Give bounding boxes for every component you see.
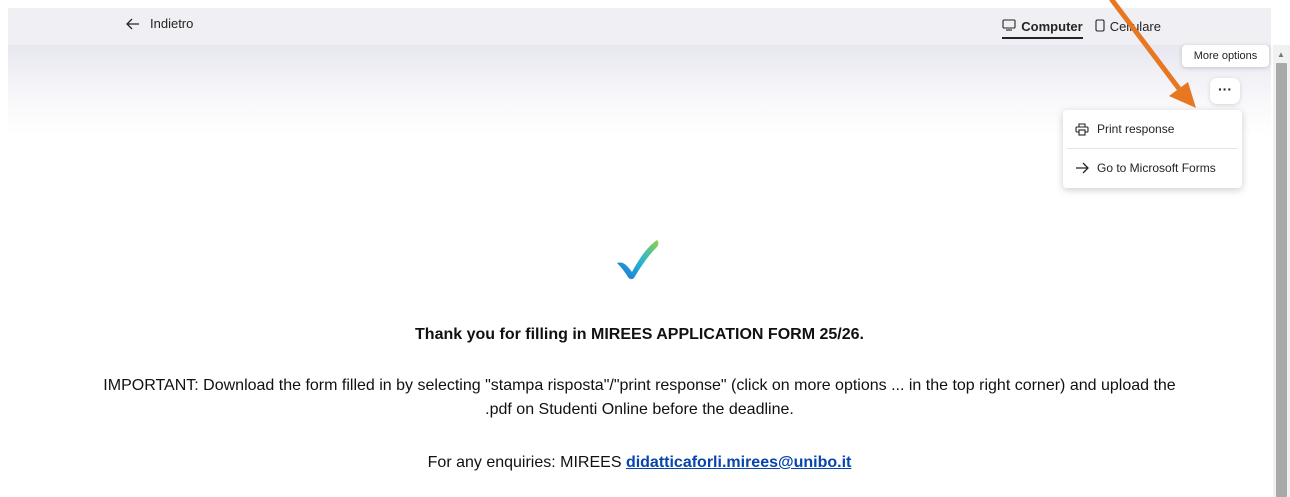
menu-item-label: Print response <box>1097 122 1175 136</box>
top-bar: Indietro Computer Cellulare <box>8 8 1271 45</box>
menu-item-label: Go to Microsoft Forms <box>1097 161 1216 175</box>
scrollbar-thumb[interactable] <box>1276 63 1287 497</box>
view-option-computer[interactable]: Computer <box>1002 16 1083 39</box>
monitor-icon <box>1002 19 1016 34</box>
arrow-left-icon <box>126 18 140 30</box>
view-option-label: Computer <box>1021 19 1083 34</box>
important-line-2: .pdf on Studenti Online before the deadl… <box>485 401 794 418</box>
menu-item-go-to-microsoft-forms[interactable]: Go to Microsoft Forms <box>1063 149 1242 187</box>
menu-item-print-response[interactable]: Print response <box>1063 110 1242 148</box>
phone-icon <box>1095 18 1105 35</box>
confirmation-title: Thank you for filling in MIREES APPLICAT… <box>415 326 864 343</box>
back-label: Indietro <box>150 16 194 31</box>
back-button[interactable]: Indietro <box>126 16 193 31</box>
view-option-label: Cellulare <box>1109 19 1161 34</box>
view-option-mobile[interactable]: Cellulare <box>1095 16 1161 37</box>
important-notice: IMPORTANT: Download the form filled in b… <box>8 374 1271 422</box>
scroll-up-icon[interactable]: ▲ <box>1277 51 1285 59</box>
more-options-tooltip: More options <box>1182 45 1269 67</box>
view-toggle: Computer Cellulare <box>1002 16 1161 39</box>
enquiries-prefix: For any enquiries: MIREES <box>427 454 626 471</box>
enquiries-line: For any enquiries: MIREES didatticaforli… <box>8 454 1271 472</box>
important-line-1: IMPORTANT: Download the form filled in b… <box>103 377 1176 394</box>
checkmark-icon <box>615 237 661 286</box>
arrow-right-icon <box>1075 162 1089 174</box>
enquiries-email-link[interactable]: didatticaforli.mirees@unibo.it <box>626 454 851 471</box>
more-options-menu: Print response Go to Microsoft Forms <box>1063 110 1242 188</box>
printer-icon <box>1075 122 1089 136</box>
more-options-button[interactable]: ··· <box>1210 78 1240 104</box>
